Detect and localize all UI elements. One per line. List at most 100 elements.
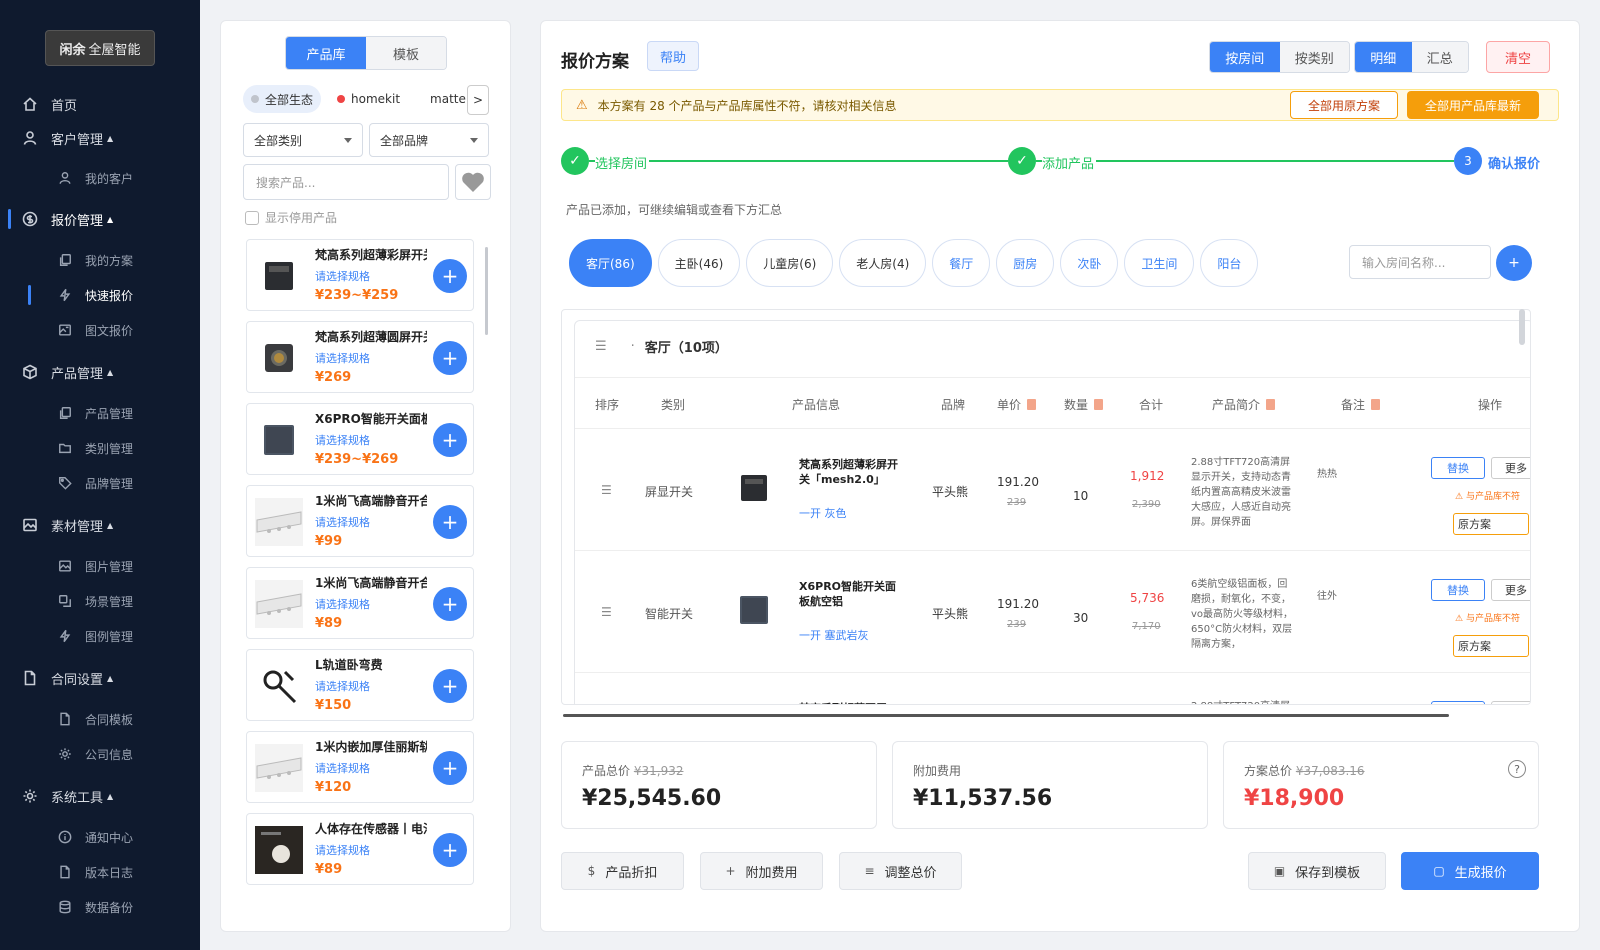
product-spec-link[interactable]: 请选择规格 [315,842,370,858]
product-spec-link[interactable]: 请选择规格 [315,350,370,366]
col-intro[interactable]: 产品简介 [1212,396,1276,413]
help-circle-icon[interactable]: ? [1508,760,1526,778]
product-spec-link[interactable]: 请选择规格 [315,432,370,448]
col-note[interactable]: 备注 [1341,396,1381,413]
sidebar-item[interactable]: 版本日志 [0,854,200,890]
replace-button[interactable]: 替换 [1431,579,1485,601]
tab-templates[interactable]: 模板 [366,37,446,69]
replace-button[interactable]: 替换 [1431,701,1485,704]
add-product-button[interactable]: + [433,259,467,293]
add-product-button[interactable]: + [433,751,467,785]
add-product-button[interactable]: + [433,833,467,867]
sidebar-item[interactable]: 产品管理 [0,395,200,431]
adjust-total-button[interactable]: ≡ 调整总价 [839,852,962,890]
generate-quote-button[interactable]: ▢ 生成报价 [1401,852,1539,890]
sidebar-item[interactable]: 合同模板 [0,701,200,737]
col-qty[interactable]: 数量 [1064,396,1104,413]
tab-detail[interactable]: 明细 [1355,42,1412,72]
product-spec-link[interactable]: 请选择规格 [315,678,370,694]
col-price[interactable]: 单价 [997,396,1037,413]
tab-summary[interactable]: 汇总 [1411,42,1468,72]
product-card[interactable]: 1米尚飞高端静音开合帘请选择规格 ¥99 + [246,485,474,557]
save-template-button[interactable]: ▣ 保存到模板 [1248,852,1386,890]
room-tab[interactable]: 客厅(86) [569,239,652,287]
version-select[interactable]: 原方案 [1453,513,1529,535]
add-product-button[interactable]: + [433,423,467,457]
room-tab[interactable]: 次卧 [1060,239,1119,287]
table-vertical-scrollbar[interactable] [1519,309,1525,345]
category-select[interactable]: 全部类别 [243,123,363,157]
more-button[interactable]: 更多 [1491,701,1530,704]
sidebar-item[interactable]: 快速报价 [0,277,200,313]
product-discount-button[interactable]: $ 产品折扣 [561,852,684,890]
room-tab[interactable]: 卫生间 [1124,239,1195,287]
room-tab[interactable]: 厨房 [996,239,1055,287]
sidebar-item[interactable]: 类别管理 [0,430,200,466]
product-card[interactable]: 1米尚飞高端静音开合帘请选择规格 ¥89 + [246,567,474,639]
product-card[interactable]: X6PRO智能开关面板 请选择规格 ¥239~¥269 + [246,403,474,475]
product-card[interactable]: 梵高系列超薄圆屏开关 请选择规格 ¥269 + [246,321,474,393]
sidebar-item[interactable]: 系统工具 ▲ [0,778,200,814]
sidebar-item[interactable]: 客户管理 ▲ [0,120,200,156]
room-tab[interactable]: 儿童房(6) [746,239,834,287]
sidebar-item[interactable]: 公司信息 [0,736,200,772]
add-room-button[interactable]: + [1496,245,1532,281]
extra-fee-button[interactable]: + 附加费用 [700,852,823,890]
drag-handle-icon[interactable]: ☰ [601,605,612,619]
drag-handle-icon[interactable]: ☰ [601,483,612,497]
sidebar-item[interactable]: 图文报价 [0,312,200,348]
product-spec-link[interactable]: 请选择规格 [315,760,370,776]
more-button[interactable]: 更多 [1491,457,1530,479]
tab-by-room[interactable]: 按房间 [1210,42,1280,72]
room-tab[interactable]: 餐厅 [932,239,991,287]
add-product-button[interactable]: + [433,587,467,621]
product-spec-link[interactable]: 请选择规格 [315,268,370,284]
more-button[interactable]: 更多 [1491,579,1530,601]
clear-button[interactable]: 清空 [1486,41,1550,73]
show-disabled-checkbox[interactable]: 显示停用产品 [245,209,337,226]
room-tab[interactable]: 主卧(46) [657,239,741,287]
product-card[interactable]: 梵高系列超薄彩屏开关 请选择规格 ¥239~¥259 + [246,239,474,311]
product-list-scrollbar[interactable] [485,247,488,335]
product-card[interactable]: 人体存在传感器丨电池 请选择规格 ¥89 + [246,813,474,885]
help-button[interactable]: 帮助 [647,41,699,71]
brand-select[interactable]: 全部品牌 [369,123,489,157]
drag-handle-icon[interactable]: ☰ [595,339,607,354]
product-search-input[interactable]: 搜索产品... [243,164,449,200]
sidebar-item[interactable]: 首页 [0,86,200,122]
add-product-button[interactable]: + [433,341,467,375]
favorites-button[interactable] [455,164,491,200]
brand-logo[interactable]: 闲余 全屋智能 [45,30,155,66]
replace-button[interactable]: 替换 [1431,457,1485,479]
tab-product-library[interactable]: 产品库 [286,37,366,69]
eco-chip-matter[interactable]: matter [416,85,466,113]
sidebar-item[interactable]: 数据备份 [0,889,200,925]
table-horizontal-scrollbar[interactable] [563,714,1449,717]
sidebar-item[interactable]: 我的方案 [0,242,200,278]
product-card[interactable]: L轨道卧弯费 请选择规格 ¥150 + [246,649,474,721]
room-name-input[interactable]: 输入房间名称... [1349,245,1491,279]
sidebar-item[interactable]: 合同设置 ▲ [0,660,200,696]
eco-scroll-right-button[interactable]: > [467,85,489,115]
version-select[interactable]: 原方案 [1453,635,1529,657]
sidebar-item[interactable]: 产品管理 ▲ [0,354,200,390]
room-tab[interactable]: 阳台 [1200,239,1259,287]
add-product-button[interactable]: + [433,669,467,703]
sidebar-item[interactable]: 素材管理 ▲ [0,507,200,543]
add-product-button[interactable]: + [433,505,467,539]
product-card[interactable]: 1米内嵌加厚佳丽斯轨道请选择规格 ¥120 + [246,731,474,803]
product-spec-link[interactable]: 请选择规格 [315,514,370,530]
sidebar-item[interactable]: 品牌管理 [0,465,200,501]
room-tab[interactable]: 老人房(4) [839,239,927,287]
sidebar-item[interactable]: 通知中心 [0,819,200,855]
eco-chip-homekit[interactable]: homekit [329,85,408,113]
tab-by-category[interactable]: 按类别 [1279,42,1349,72]
sidebar-item[interactable]: 图例管理 [0,618,200,654]
sidebar-item[interactable]: 报价管理 ▲ [0,201,200,237]
sidebar-item[interactable]: 我的客户 [0,160,200,196]
eco-chip-all[interactable]: 全部生态 [243,85,322,113]
use-original-all-button[interactable]: 全部用原方案 [1290,91,1398,119]
sidebar-item[interactable]: 场景管理 [0,583,200,619]
use-latest-all-button[interactable]: 全部用产品库最新 [1407,91,1539,119]
product-spec-link[interactable]: 请选择规格 [315,596,370,612]
